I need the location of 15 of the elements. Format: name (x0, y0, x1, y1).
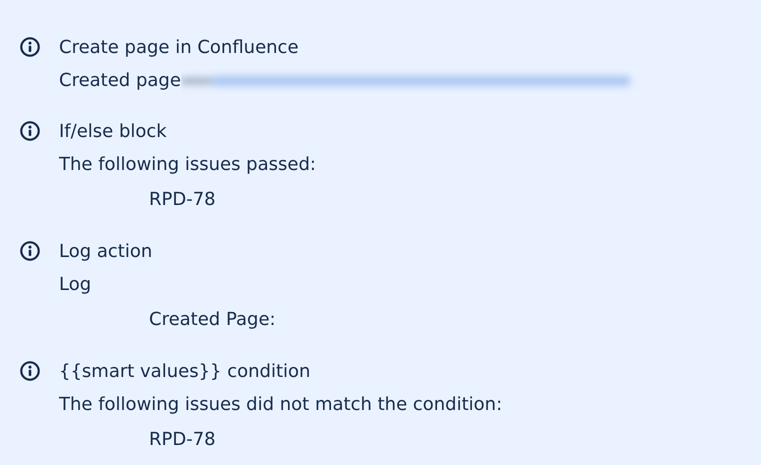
entry-title: If/else block (59, 120, 167, 144)
entry-detail: Log (59, 273, 92, 297)
entry-item: RPD-78 (149, 428, 216, 452)
info-icon (19, 36, 41, 58)
entry-item: Created Page: (149, 308, 276, 332)
entry-detail: Created page (59, 69, 181, 93)
info-icon (19, 120, 41, 142)
info-icon (19, 360, 41, 382)
entry-detail: The following issues did not match the condition: (59, 393, 502, 417)
entry-title: Create page in Confluence (59, 36, 299, 60)
entry-detail: The following issues passed: (59, 153, 316, 177)
entry-title: Log action (59, 240, 152, 264)
entry-item: RPD-78 (149, 188, 216, 212)
info-icon (19, 240, 41, 262)
entry-title: {{smart values}} condition (59, 360, 310, 384)
